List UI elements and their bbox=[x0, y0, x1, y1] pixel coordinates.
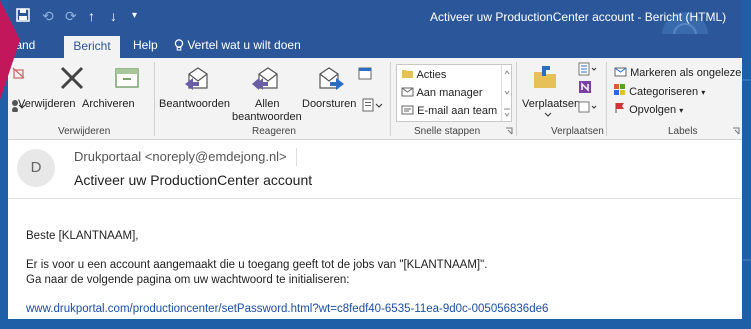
next-item-icon[interactable]: ↓ bbox=[110, 8, 117, 24]
tab-bericht[interactable]: Bericht bbox=[64, 36, 120, 58]
forward-button[interactable]: Doorsturen bbox=[302, 98, 356, 110]
group-separator bbox=[390, 62, 391, 136]
message-header: D Drukportaal <noreply@emdejong.nl> Acti… bbox=[8, 141, 742, 199]
quickstep-item[interactable]: Acties bbox=[401, 68, 446, 81]
followup-label: Opvolgen bbox=[629, 104, 677, 116]
onenote-icon[interactable] bbox=[578, 80, 592, 94]
customize-qat-icon[interactable]: ▾ bbox=[132, 8, 137, 24]
group-separator bbox=[606, 62, 607, 136]
window-title: Activeer uw ProductionCenter account - B… bbox=[430, 10, 727, 24]
tell-me-label: Vertel wat u wilt doen bbox=[187, 38, 301, 52]
dialog-launcher-icon[interactable] bbox=[732, 127, 740, 135]
password-link[interactable]: www.drukportal.com/productioncenter/setP… bbox=[26, 303, 548, 315]
quickstep-label: Acties bbox=[416, 69, 447, 81]
undo-icon[interactable]: ⟲ bbox=[42, 8, 54, 24]
reply-all-line1[interactable]: Allen bbox=[255, 98, 279, 110]
categorize-icon bbox=[614, 84, 625, 95]
archive-icon[interactable] bbox=[114, 66, 140, 90]
send-to-manager-icon bbox=[401, 87, 414, 97]
actions-icon[interactable] bbox=[578, 100, 598, 114]
greeting: Beste [KLANTNAAM], bbox=[26, 230, 139, 242]
header-divider bbox=[296, 148, 297, 166]
meeting-icon[interactable] bbox=[358, 66, 372, 80]
ribbon: Verwijderen Archiveren Verwijderen Beant… bbox=[8, 58, 742, 140]
reply-icon[interactable] bbox=[183, 64, 213, 92]
subject: Activeer uw ProductionCenter account bbox=[74, 172, 313, 188]
quickstep-item[interactable]: Aan manager bbox=[401, 86, 483, 99]
body-line: Ga naar de volgende pagina om uw wachtwo… bbox=[26, 274, 350, 286]
chevron-down-icon: ▾ bbox=[701, 88, 706, 97]
mark-unread-button[interactable]: Markeren als ongelezen bbox=[614, 66, 742, 79]
chevron-down-icon[interactable] bbox=[544, 112, 552, 118]
group-label-tags: Labels bbox=[668, 126, 698, 137]
quickstep-item[interactable]: E-mail aan team bbox=[401, 104, 497, 117]
archive-button[interactable]: Archiveren bbox=[82, 98, 135, 110]
forward-icon[interactable] bbox=[316, 64, 346, 92]
redo-icon[interactable]: ⟳ bbox=[65, 8, 77, 24]
move-folder-icon[interactable] bbox=[532, 64, 558, 92]
scroll-arrows-icon bbox=[504, 70, 510, 117]
categorize-label: Categoriseren bbox=[629, 86, 699, 98]
group-label-quicksteps: Snelle stappen bbox=[414, 126, 481, 137]
delete-icon[interactable] bbox=[58, 64, 86, 92]
lightbulb-icon bbox=[174, 39, 184, 51]
folder-icon bbox=[402, 70, 413, 78]
delete-button[interactable]: Verwijderen bbox=[18, 98, 75, 110]
email-window: ⟲ ⟳ ↑ ↓ ▾ Activeer uw ProductionCenter a… bbox=[8, 0, 742, 319]
quickstep-label: Aan manager bbox=[416, 87, 483, 99]
previous-item-icon[interactable]: ↑ bbox=[88, 8, 95, 24]
flag-icon bbox=[615, 103, 624, 113]
chevron-down-icon: ▾ bbox=[679, 106, 684, 115]
mark-unread-label: Markeren als ongelezen bbox=[630, 67, 742, 79]
reply-all-line2[interactable]: beantwoorden bbox=[232, 111, 302, 123]
team-email-icon bbox=[401, 105, 414, 115]
categorize-button[interactable]: Categoriseren ▾ bbox=[614, 84, 705, 98]
more-respond-icon[interactable] bbox=[362, 98, 384, 112]
group-separator bbox=[516, 62, 517, 136]
quickstep-label: E-mail aan team bbox=[417, 105, 498, 117]
group-label-delete: Verwijderen bbox=[58, 126, 111, 137]
decorative-arrow bbox=[0, 0, 20, 100]
rules-icon[interactable] bbox=[578, 62, 598, 76]
ribbon-tabs: stand Bericht Help Vertel wat u wilt doe… bbox=[8, 34, 742, 58]
title-bar: ⟲ ⟳ ↑ ↓ ▾ Activeer uw ProductionCenter a… bbox=[8, 0, 742, 58]
quick-steps-gallery: Acties Aan manager E-mail aan team bbox=[396, 64, 512, 122]
group-label-move: Verplaatsen bbox=[551, 126, 604, 137]
avatar[interactable]: D bbox=[17, 149, 55, 187]
group-separator bbox=[154, 62, 155, 136]
group-label-respond: Reageren bbox=[252, 126, 296, 137]
reply-button[interactable]: Beantwoorden bbox=[159, 98, 230, 110]
body-line: Er is voor u een account aangemaakt die … bbox=[26, 259, 488, 271]
message-body: Beste [KLANTNAAM], Er is voor u een acco… bbox=[8, 200, 742, 319]
mark-unread-icon bbox=[614, 67, 627, 77]
quick-steps-scrollbar[interactable] bbox=[501, 65, 511, 121]
followup-button[interactable]: Opvolgen ▾ bbox=[614, 102, 683, 116]
dialog-launcher-icon[interactable] bbox=[505, 127, 513, 135]
sender[interactable]: Drukportaal <noreply@emdejong.nl> bbox=[74, 149, 287, 164]
tab-help[interactable]: Help bbox=[133, 38, 158, 52]
reply-all-icon[interactable] bbox=[251, 64, 281, 92]
tell-me-search[interactable]: Vertel wat u wilt doen bbox=[174, 38, 301, 52]
move-button[interactable]: Verplaatsen bbox=[522, 98, 580, 110]
